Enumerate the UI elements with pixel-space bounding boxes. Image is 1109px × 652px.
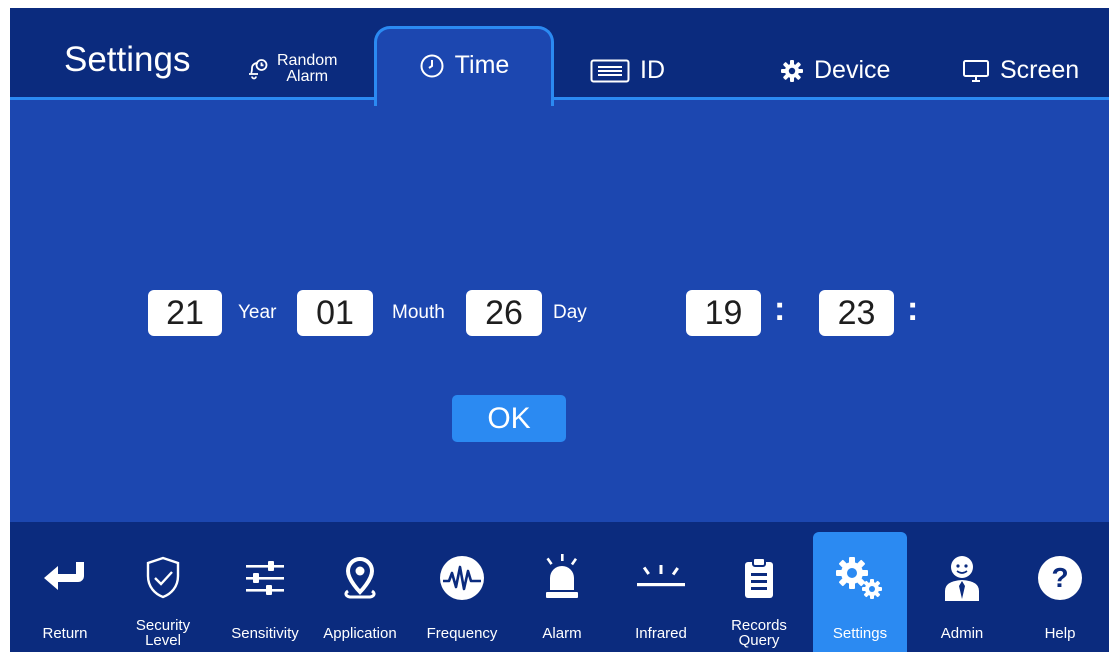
tab-screen-label: Screen [1000,56,1080,84]
nav-return[interactable]: Return [18,522,112,652]
nav-infrared[interactable]: Infrared [614,522,708,652]
help-icon: ? [1034,552,1086,604]
infrared-icon [635,552,687,604]
location-pin-icon [334,552,386,604]
shield-check-icon [137,552,189,604]
tab-time-label: Time [454,51,510,79]
clipboard-icon [733,552,785,604]
page-title: Settings [64,40,191,79]
tab-time[interactable]: Time [374,26,554,106]
return-arrow-icon [39,552,91,604]
nav-security-level-label: Security Level [116,618,210,648]
nav-security-level[interactable]: Security Level [116,522,210,652]
tab-random-alarm-label-line1: Random [277,52,338,69]
hour-field[interactable]: 19 [686,290,761,336]
gears-icon [834,552,886,604]
tab-id[interactable]: ID [590,56,665,85]
nav-security-level-label-line1: Security [135,617,191,634]
nav-records-query-label-line2: Query [738,632,780,649]
minute-field[interactable]: 23 [819,290,894,336]
day-unit-label: Day [553,302,587,323]
nav-admin-label: Admin [940,625,984,642]
nav-records-query-label: Records Query [712,618,806,648]
monitor-icon [962,59,990,83]
waveform-icon [436,552,488,604]
tab-random-alarm[interactable]: Random Alarm [246,53,337,85]
nav-records-query[interactable]: Records Query [712,522,806,652]
ok-button[interactable]: OK [452,395,566,442]
hour-minute-separator: : [774,290,786,328]
nav-sensitivity-label: Sensitivity [231,625,299,642]
header-bar: Settings Random Alarm Time ID Device Scr… [10,8,1109,106]
id-card-icon [590,59,630,83]
tab-id-label: ID [640,56,665,84]
nav-infrared-label: Infrared [635,625,687,642]
minute-second-separator: : [907,290,919,328]
day-field[interactable]: 26 [466,290,542,336]
year-unit-label: Year [238,302,277,323]
nav-application[interactable]: Application [313,522,407,652]
nav-frequency[interactable]: Frequency [415,522,509,652]
month-unit-label: Mouth [392,302,445,323]
bottom-nav: Return Security Level Sensitivity Applic… [10,522,1109,652]
tab-random-alarm-label-line2: Alarm [286,68,329,85]
nav-application-label: Application [323,625,397,642]
nav-help-label: Help [1044,625,1076,642]
nav-sensitivity[interactable]: Sensitivity [218,522,312,652]
month-field[interactable]: 01 [297,290,373,336]
nav-records-query-label-line1: Records [731,617,787,634]
tab-device-label: Device [814,56,891,84]
nav-help[interactable]: ? Help [1013,522,1107,652]
nav-frequency-label: Frequency [426,625,498,642]
nav-security-level-label-line2: Level [145,632,181,649]
alarm-siren-icon [536,552,588,604]
year-field[interactable]: 21 [148,290,222,336]
time-settings-screen: Settings Random Alarm Time ID Device Scr… [10,8,1109,652]
clock-icon [419,53,445,79]
alarm-clock-bell-icon [246,57,270,81]
tab-screen[interactable]: Screen [962,56,1079,85]
nav-admin[interactable]: Admin [915,522,1009,652]
sliders-icon [239,552,291,604]
svg-text:?: ? [1051,562,1068,593]
tab-device[interactable]: Device [780,56,890,85]
nav-settings-label: Settings [832,625,888,642]
nav-settings[interactable]: Settings [813,532,907,652]
nav-return-label: Return [42,625,88,642]
nav-alarm-label: Alarm [542,625,582,642]
admin-person-icon [936,552,988,604]
nav-alarm[interactable]: Alarm [515,522,609,652]
gear-icon [780,59,804,83]
